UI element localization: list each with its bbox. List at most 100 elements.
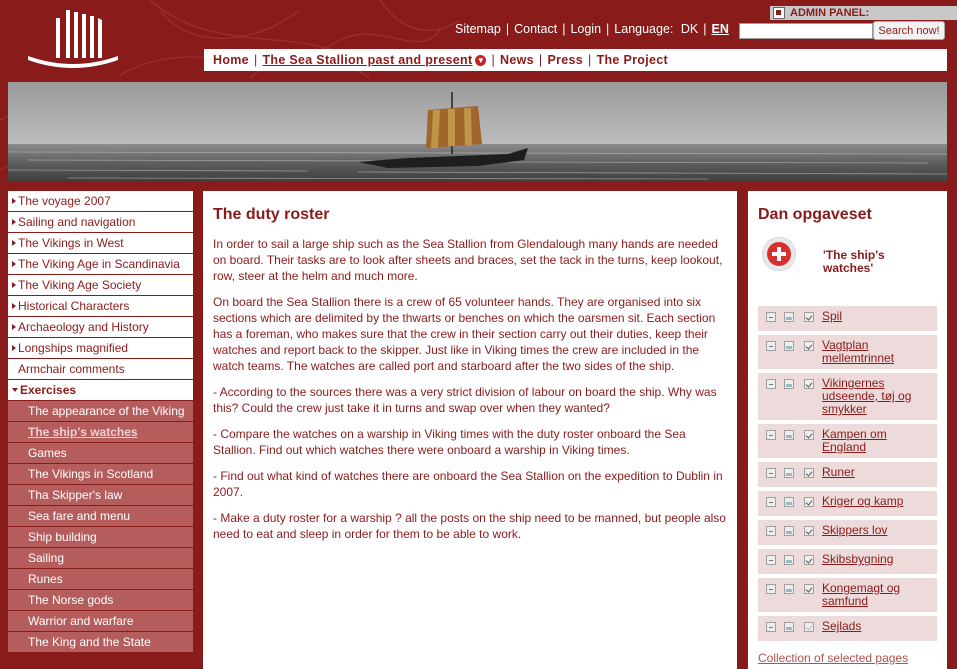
sea-stallion-logo[interactable] (26, 8, 120, 70)
sidebar-item-archaeology-history[interactable]: Archaeology and History (8, 317, 193, 338)
exercise-link[interactable]: Vagtplan mellemtrinnet (822, 338, 894, 365)
list-item: Vikingernes udseende, tøj og smykker (758, 373, 937, 420)
login-link[interactable]: Login (570, 22, 601, 36)
banner-image-viking-ship (8, 82, 947, 182)
list-item: Sejlads (758, 616, 937, 641)
image-icon[interactable] (784, 584, 794, 594)
sidebar-item-sailing-navigation[interactable]: Sailing and navigation (8, 212, 193, 233)
sidebar-subitem-skippers-law[interactable]: Tha Skipper's law (8, 485, 193, 506)
checkbox-icon[interactable] (804, 622, 814, 632)
exercise-link[interactable]: Kongemagt og samfund (822, 581, 900, 608)
admin-panel-label: ADMIN PANEL: (790, 7, 870, 19)
bullet-triangle-icon (12, 302, 16, 309)
minimize-icon[interactable] (766, 584, 776, 594)
exercise-link[interactable]: Kampen om England (822, 427, 887, 454)
exercise-link[interactable]: Spil (822, 309, 842, 323)
exercise-link[interactable]: Vikingernes udseende, tøj og smykker (822, 376, 911, 416)
nav-home[interactable]: Home (213, 53, 249, 67)
add-plus-icon[interactable] (762, 237, 796, 271)
image-icon[interactable] (784, 379, 794, 389)
sidebar-subitem-ships-watches[interactable]: The ship's watches (8, 422, 193, 443)
nav-the-project[interactable]: The Project (597, 53, 668, 67)
dropdown-arrow-icon[interactable]: ▼ (475, 55, 487, 67)
sidebar-subitem-sea-fare-menu[interactable]: Sea fare and menu (8, 506, 193, 527)
sidebar-subitem-sailing[interactable]: Sailing (8, 548, 193, 569)
sidebar-subitem-warrior-warfare[interactable]: Warrior and warfare (8, 611, 193, 632)
exercise-link[interactable]: Runer (822, 465, 855, 479)
image-icon[interactable] (784, 622, 794, 632)
featured-exercise: 'The ship's watches' (758, 224, 937, 296)
minimize-icon[interactable] (766, 555, 776, 565)
checkbox-icon[interactable] (804, 341, 814, 351)
checkbox-icon[interactable] (804, 430, 814, 440)
list-item: Vagtplan mellemtrinnet (758, 335, 937, 369)
checkbox-icon[interactable] (804, 379, 814, 389)
checkbox-icon[interactable] (804, 555, 814, 565)
minimize-icon[interactable] (766, 341, 776, 351)
image-icon[interactable] (784, 555, 794, 565)
bullet-triangle-icon (12, 197, 16, 204)
exercise-list: Spil Vagtplan mellemtrinnet Vikingernes … (758, 306, 937, 641)
nav-news[interactable]: News (500, 53, 534, 67)
bullet-triangle-icon (12, 281, 16, 288)
sidebar-item-viking-age-society[interactable]: The Viking Age Society (8, 275, 193, 296)
checkbox-icon[interactable] (804, 312, 814, 322)
admin-panel[interactable]: ADMIN PANEL: (770, 6, 957, 20)
sidebar-item-vikings-in-west[interactable]: The Vikings in West (8, 233, 193, 254)
exercise-link[interactable]: Kriger og kamp (822, 494, 903, 508)
lang-dk-link[interactable]: DK (681, 22, 698, 36)
checkbox-icon[interactable] (804, 497, 814, 507)
nav-press[interactable]: Press (547, 53, 583, 67)
image-icon[interactable] (784, 430, 794, 440)
sidebar-subitem-games[interactable]: Games (8, 443, 193, 464)
contact-link[interactable]: Contact (514, 22, 557, 36)
list-item: Runer (758, 462, 937, 487)
checkbox-icon[interactable] (804, 526, 814, 536)
bullet-triangle-icon (12, 323, 16, 330)
image-icon[interactable] (784, 526, 794, 536)
image-icon[interactable] (784, 497, 794, 507)
minimize-icon[interactable] (766, 312, 776, 322)
exercise-link[interactable]: Sejlads (822, 619, 861, 633)
bullet-triangle-icon (12, 344, 16, 351)
featured-exercise-title: 'The ship's watches' (823, 248, 885, 275)
sidebar-subitem-norse-gods[interactable]: The Norse gods (8, 590, 193, 611)
sidebar-subitem-appearance-viking[interactable]: The appearance of the Viking (8, 401, 193, 422)
bullet-triangle-icon (12, 239, 16, 246)
exercise-link[interactable]: Skippers lov (822, 523, 887, 537)
exercise-link[interactable]: Skibsbygning (822, 552, 893, 566)
image-icon[interactable] (784, 468, 794, 478)
sidebar-subitem-vikings-scotland[interactable]: The Vikings in Scotland (8, 464, 193, 485)
image-icon[interactable] (784, 341, 794, 351)
exercise-set-panel: Dan opgaveset 'The ship's watches' Spil … (748, 191, 947, 669)
main-navigation: Home | The Sea Stallion past and present ▼ |… (204, 49, 947, 71)
sidebar-subitem-king-state[interactable]: The King and the State (8, 632, 193, 653)
checkbox-icon[interactable] (804, 468, 814, 478)
sidebar-subitem-runes[interactable]: Runes (8, 569, 193, 590)
image-icon[interactable] (784, 312, 794, 322)
search-button[interactable]: Search now! (873, 21, 945, 40)
sitemap-link[interactable]: Sitemap (455, 22, 501, 36)
sidebar-item-historical-characters[interactable]: Historical Characters (8, 296, 193, 317)
sidebar-item-exercises[interactable]: Exercises (8, 380, 193, 401)
sidebar-item-voyage-2007[interactable]: The voyage 2007 (8, 191, 193, 212)
search-input[interactable] (739, 23, 873, 39)
minimize-icon[interactable] (766, 430, 776, 440)
bullet-triangle-icon (12, 218, 16, 225)
sidebar-item-longships-magnified[interactable]: Longships magnified (8, 338, 193, 359)
checkbox-icon[interactable] (804, 584, 814, 594)
minimize-icon[interactable] (766, 379, 776, 389)
minimize-icon[interactable] (766, 497, 776, 507)
sidebar-subitem-ship-building[interactable]: Ship building (8, 527, 193, 548)
minimize-icon[interactable] (766, 526, 776, 536)
nav-sea-stallion-past-present[interactable]: The Sea Stallion past and present (263, 53, 473, 67)
list-item: Skibsbygning (758, 549, 937, 574)
minimize-icon[interactable] (766, 468, 776, 478)
content-paragraph: - Find out what kind of watches there ar… (213, 469, 723, 499)
lang-en-link[interactable]: EN (712, 22, 729, 36)
sidebar-item-armchair-comments[interactable]: Armchair comments (8, 359, 193, 380)
sidebar-item-viking-age-scandinavia[interactable]: The Viking Age in Scandinavia (8, 254, 193, 275)
collection-selected-pages-link[interactable]: Collection of selected pages (758, 651, 937, 665)
minimize-icon[interactable] (766, 622, 776, 632)
list-item: Skippers lov (758, 520, 937, 545)
